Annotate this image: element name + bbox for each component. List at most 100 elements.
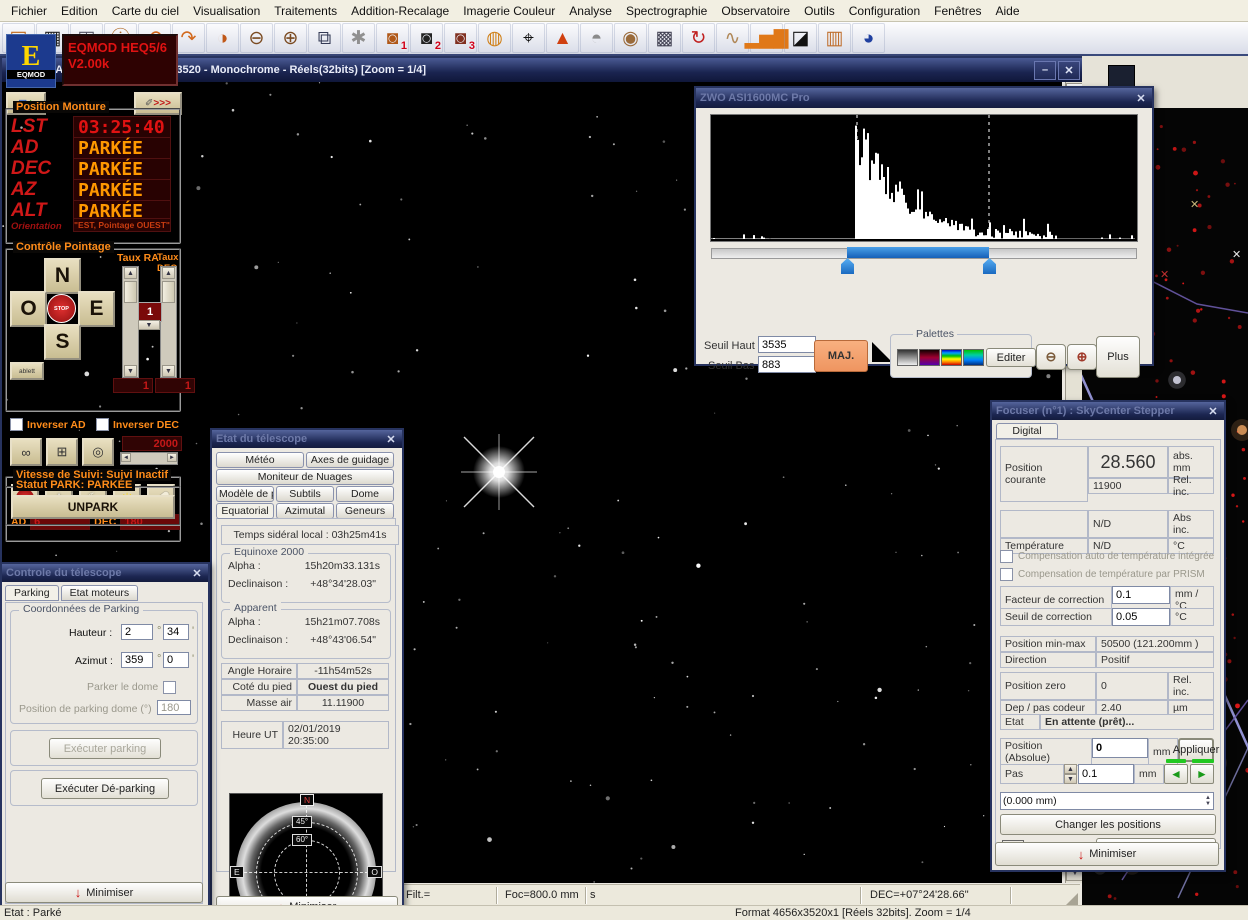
hauteur-min-input[interactable]	[163, 624, 189, 640]
telescope-control-titlebar[interactable]: Controle du télescope ✕	[2, 564, 208, 582]
starfield-cube-icon[interactable]: ▩	[648, 23, 681, 53]
comp-prism-checkbox[interactable]	[1000, 568, 1013, 581]
menu-addition-recalage[interactable]: Addition-Recalage	[344, 2, 456, 20]
close-button[interactable]: ✕	[1058, 61, 1080, 80]
zoom-window-icon[interactable]: ⧉	[308, 23, 341, 53]
parker-dome-checkbox[interactable]	[163, 681, 176, 694]
rotate-icon[interactable]: ↻	[682, 23, 715, 53]
palette-gray-swatch[interactable]	[897, 349, 918, 366]
tab-digital[interactable]: Digital	[996, 423, 1058, 439]
move-in-button[interactable]: ◄	[1164, 764, 1188, 784]
minimiser-button[interactable]: ↓ Minimiser	[995, 842, 1219, 866]
comp-auto-checkbox[interactable]	[1000, 550, 1013, 563]
menu-fen-tres[interactable]: Fenêtres	[927, 2, 988, 20]
slew-south-button[interactable]: S	[44, 324, 81, 360]
telescope-state-titlebar[interactable]: Etat du télescope ✕	[212, 430, 402, 448]
stop-slew-button[interactable]: STOP	[47, 294, 76, 323]
camera-1-icon[interactable]: ◙1	[376, 23, 409, 53]
high-threshold-handle[interactable]	[983, 258, 996, 274]
tab-axes-de-guidage[interactable]: Axes de guidage	[306, 452, 394, 468]
pas-down-icon[interactable]: ▼	[1064, 774, 1077, 784]
minimiser-button[interactable]: ↓ Minimiser	[5, 882, 203, 903]
menu-visualisation[interactable]: Visualisation	[186, 2, 267, 20]
zoom-in-histogram-icon[interactable]: ⊕	[1067, 344, 1097, 370]
tab-geneurs[interactable]: Geneurs	[336, 503, 394, 519]
tab-m-t-o[interactable]: Météo	[216, 452, 304, 468]
palette-ocean-swatch[interactable]	[963, 349, 984, 366]
menu-carte-du-ciel[interactable]: Carte du ciel	[105, 2, 186, 20]
tab-dome[interactable]: Dome	[336, 486, 394, 502]
preset-spinner-icon[interactable]: ▲▼	[1205, 795, 1211, 807]
low-threshold-handle[interactable]	[841, 258, 854, 274]
dome-icon[interactable]: ◓	[580, 23, 613, 53]
slew-north-button[interactable]: N	[44, 258, 81, 294]
pas-up-icon[interactable]: ▲	[1064, 764, 1077, 774]
slew-west-button[interactable]: O	[10, 291, 47, 327]
histogram-titlebar[interactable]: ZWO ASI1600MC Pro ✕	[696, 88, 1152, 108]
executer-parking-button[interactable]: Exécuter parking	[49, 738, 161, 759]
inverser-dec-checkbox[interactable]	[96, 418, 109, 431]
threshold-range-bar[interactable]	[847, 247, 989, 258]
bar-chart-icon[interactable]: ▂▅▇	[750, 23, 783, 53]
rate-select-dropdown-icon[interactable]: ▼	[138, 320, 160, 330]
ablett-button[interactable]: ablett	[10, 362, 44, 380]
palette-rainbow-swatch[interactable]	[941, 349, 962, 366]
menu-edition[interactable]: Edition	[54, 2, 105, 20]
menu-traitements[interactable]: Traitements	[267, 2, 344, 20]
facteur-correction-input[interactable]	[1112, 586, 1170, 604]
close-icon[interactable]: ✕	[190, 567, 204, 580]
parking-dome-pos-input[interactable]	[157, 700, 191, 715]
histogram-tool-icon[interactable]: ▥	[818, 23, 851, 53]
contrast-icon[interactable]: ◑	[206, 23, 239, 53]
seuil-bas-input[interactable]	[758, 356, 816, 373]
close-icon[interactable]: ✕	[384, 433, 398, 446]
unpark-button[interactable]: UNPARK	[11, 495, 175, 519]
peak-icon[interactable]: ▲	[546, 23, 579, 53]
inverser-ad-checkbox[interactable]	[10, 418, 23, 431]
menu-configuration[interactable]: Configuration	[842, 2, 927, 20]
tab-parking[interactable]: Parking	[5, 585, 59, 601]
zoom-in-icon[interactable]: ⊕	[274, 23, 307, 53]
preset-position-select[interactable]: (0.000 mm) ▲▼	[1000, 792, 1214, 810]
tab-equatorial[interactable]: Equatorial	[216, 503, 274, 519]
invert-icon[interactable]: ◪	[784, 23, 817, 53]
editer-button[interactable]: Editer	[986, 348, 1036, 367]
observatory-icon[interactable]: ◕	[852, 23, 885, 53]
menu-imagerie-couleur[interactable]: Imagerie Couleur	[456, 2, 562, 20]
rate-select-value[interactable]: 1	[138, 302, 162, 322]
tools-icon[interactable]: ◉	[614, 23, 647, 53]
zoom-out-histogram-icon[interactable]: ⊖	[1036, 344, 1066, 370]
move-out-button[interactable]: ►	[1190, 764, 1214, 784]
tab-etat-moteurs[interactable]: Etat moteurs	[61, 585, 139, 601]
executer-deparking-button[interactable]: Exécuter Dé-parking	[41, 778, 169, 799]
speed-slider[interactable]: ◄ ►	[120, 452, 178, 465]
menu-aide[interactable]: Aide	[989, 2, 1027, 20]
pas-input[interactable]	[1078, 764, 1134, 784]
azimut-min-input[interactable]	[163, 652, 189, 668]
plus-button[interactable]: Plus	[1096, 336, 1140, 378]
tab-mod-le-de-pointage[interactable]: Modèle de pointage	[216, 486, 274, 502]
hauteur-deg-input[interactable]	[121, 624, 153, 640]
minimize-button[interactable]: –	[1034, 61, 1056, 80]
filter-wheel-icon[interactable]: ◍	[478, 23, 511, 53]
black-triangle-icon[interactable]	[872, 342, 892, 362]
grid-window-button[interactable]: ⊞	[46, 438, 78, 466]
palette-heat-swatch[interactable]	[919, 349, 940, 366]
taux-ra-slider[interactable]: ▲▼	[122, 266, 139, 378]
menu-spectrographie[interactable]: Spectrographie	[619, 2, 714, 20]
changer-positions-button[interactable]: Changer les positions	[1000, 814, 1216, 835]
camera-2-icon[interactable]: ◙2	[410, 23, 443, 53]
close-icon[interactable]: ✕	[1206, 405, 1220, 418]
autoguider-icon[interactable]: ⌖	[512, 23, 545, 53]
menu-outils[interactable]: Outils	[797, 2, 842, 20]
slew-east-button[interactable]: E	[78, 291, 115, 327]
focuser-titlebar[interactable]: Focuser (n°1) : SkyCenter Stepper ✕	[992, 402, 1224, 420]
position-absolue-input[interactable]	[1092, 738, 1148, 758]
menu-fichier[interactable]: Fichier	[4, 2, 54, 20]
binoculars-button[interactable]: ∞	[10, 438, 42, 466]
tab-azimutal[interactable]: Azimutal	[276, 503, 334, 519]
menu-observatoire[interactable]: Observatoire	[714, 2, 797, 20]
maj-button[interactable]: MAJ.	[814, 340, 868, 372]
seuil-correction-input[interactable]	[1112, 608, 1170, 626]
resize-grip[interactable]	[1066, 893, 1078, 905]
